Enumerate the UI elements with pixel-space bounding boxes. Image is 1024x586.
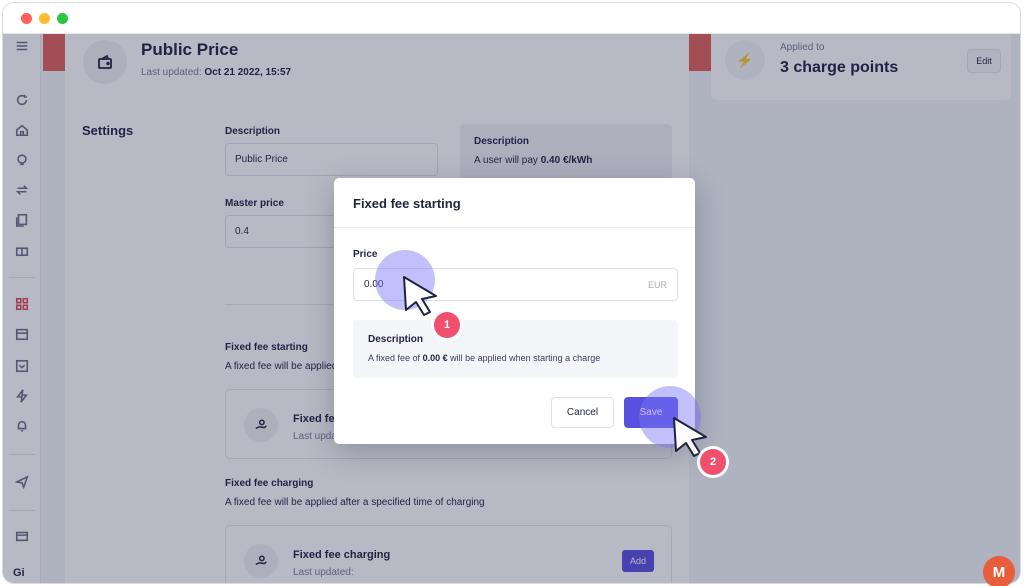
close-window-button[interactable] — [21, 13, 32, 24]
modal-description-text: A fixed fee of 0.00 € will be applied wh… — [368, 353, 601, 363]
brand-logo: M — [983, 556, 1015, 586]
maximize-window-button[interactable] — [57, 13, 68, 24]
modal-title: Fixed fee starting — [353, 196, 461, 211]
minimize-window-button[interactable] — [39, 13, 50, 24]
modal-description-panel: Description A fixed fee of 0.00 € will b… — [353, 320, 678, 378]
window-titlebar — [3, 3, 1020, 34]
step-badge: 2 — [700, 449, 726, 475]
browser-window: Gi Public Price Last updated: Oct 21 202… — [2, 2, 1021, 584]
cancel-button[interactable]: Cancel — [551, 397, 614, 428]
modal-description-title: Description — [368, 334, 424, 345]
app-area: Gi Public Price Last updated: Oct 21 202… — [3, 34, 1020, 583]
step-badge: 1 — [434, 312, 460, 338]
modal-divider — [334, 227, 695, 228]
cursor-pointer-icon — [403, 276, 437, 316]
price-label: Price — [353, 249, 378, 260]
price-unit: EUR — [647, 279, 667, 290]
